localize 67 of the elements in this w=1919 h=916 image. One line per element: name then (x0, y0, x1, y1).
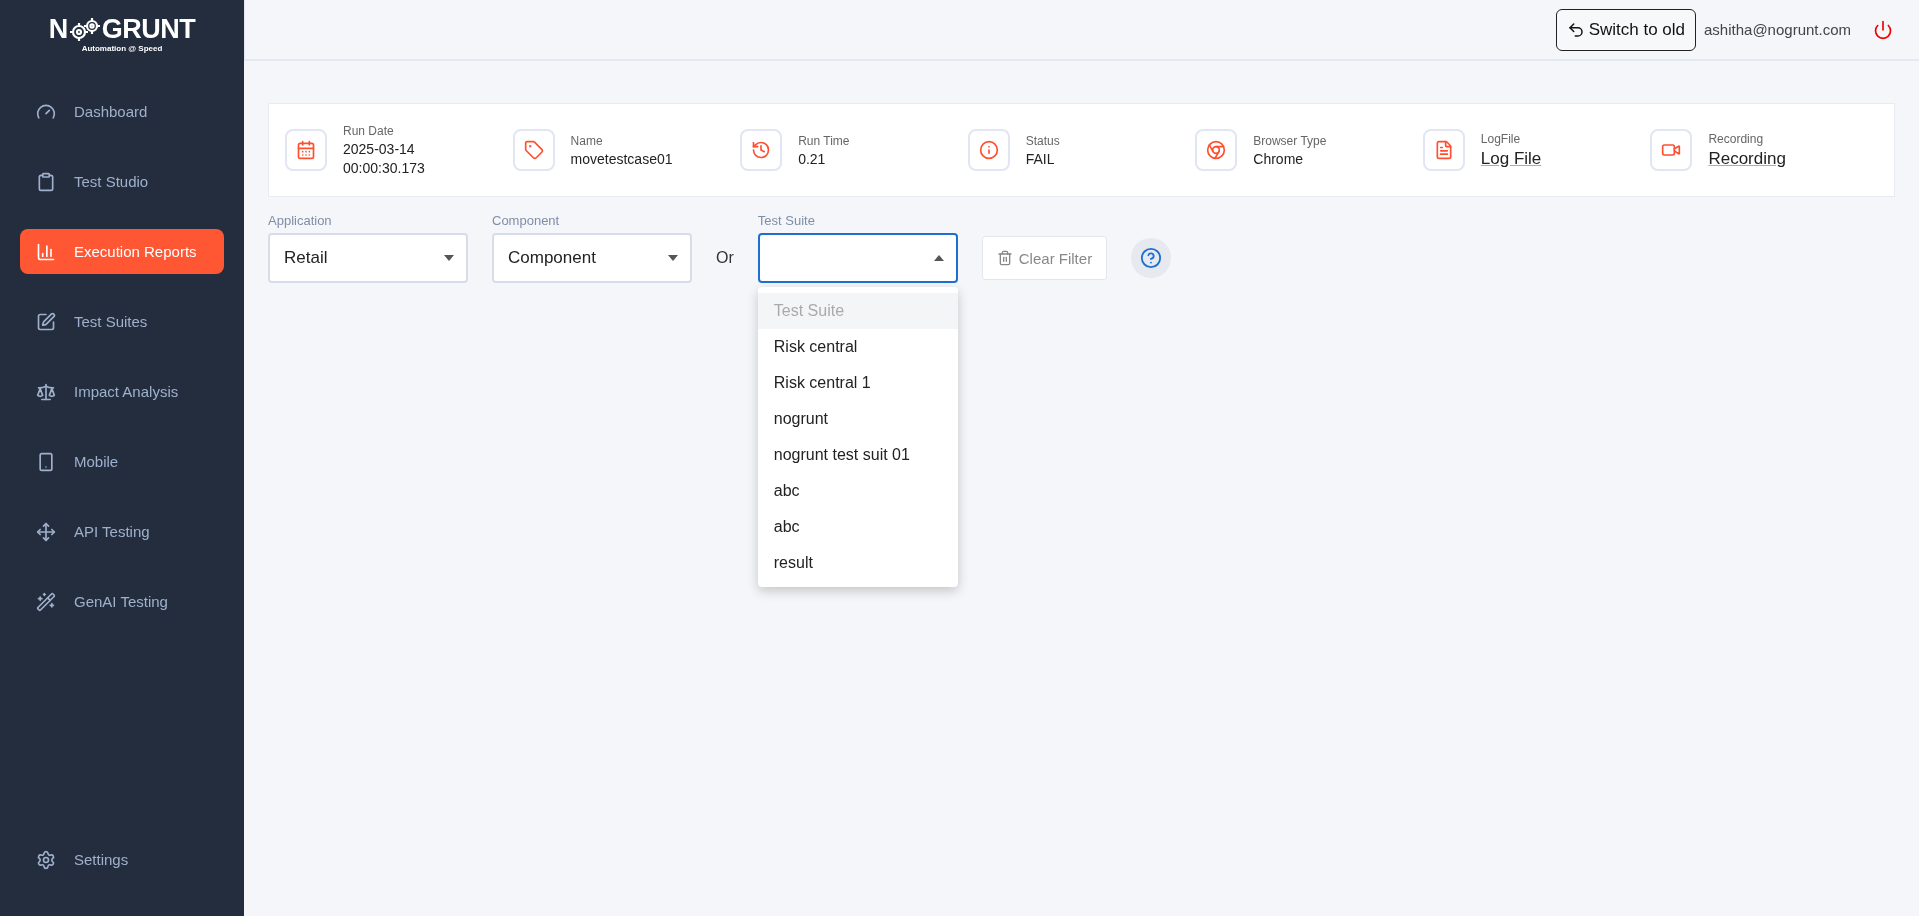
user-email: ashitha@nogrunt.com (1704, 21, 1851, 38)
power-icon[interactable] (1873, 19, 1893, 40)
info-value: movetestcase01 (570, 150, 673, 167)
help-button[interactable] (1131, 238, 1172, 278)
clipboard-icon (36, 171, 56, 192)
or-text: Or (716, 249, 734, 268)
field-label: Application (268, 213, 333, 228)
dropdown-option[interactable]: abc (757, 509, 958, 545)
dropdown-option[interactable]: nogrunt test suit 01 (757, 437, 958, 473)
nav-item[interactable]: API Testing (20, 509, 224, 554)
dropdown-option[interactable]: Risk central 1 (757, 365, 958, 401)
switch-button[interactable]: Switch to old (1555, 8, 1696, 51)
info-label: Status (1025, 133, 1060, 148)
clear-filter-button[interactable]: Clear Filter (981, 236, 1108, 280)
nav-item[interactable]: Mobile (20, 439, 224, 484)
info-label: LogFile (1480, 131, 1522, 146)
nav-item[interactable]: Test Suites (20, 299, 224, 344)
tag-icon (512, 129, 555, 171)
scale-icon (36, 381, 56, 402)
undo-arrow-icon (1566, 20, 1585, 39)
field-label: Test Suite (757, 213, 816, 228)
bar-chart-icon (36, 241, 56, 262)
calendar-icon (285, 129, 327, 171)
select-field[interactable]: Component (492, 233, 692, 283)
logo-text: GRUNT (101, 14, 196, 45)
file-link[interactable]: Log File (1480, 148, 1542, 169)
info-value: 2025-03-14 (343, 141, 416, 157)
info-value: Chrome (1253, 150, 1305, 167)
nav-item[interactable]: Settings (20, 837, 224, 882)
info-label: Browser Type (1253, 133, 1327, 148)
gears-icon (67, 16, 102, 43)
nav-item[interactable]: Test Studio (20, 159, 224, 204)
field-label: Component (492, 213, 561, 228)
info-value: 00:00:30.173 (343, 160, 425, 176)
logo-text: N (48, 14, 68, 45)
info-label: Recording (1708, 131, 1765, 146)
edit-icon (36, 311, 56, 332)
nav-item[interactable]: Dashboard (20, 89, 224, 134)
settings-icon (36, 849, 56, 870)
info-value: FAIL (1025, 150, 1056, 167)
arrows-icon (36, 521, 56, 542)
info-label: Run Time (798, 133, 850, 148)
help-icon (1140, 247, 1163, 269)
info-label: Run Date (343, 124, 395, 138)
dropdown-option[interactable]: Risk central (757, 329, 958, 365)
select-field[interactable] (757, 233, 958, 283)
video-icon (1650, 129, 1693, 171)
file-icon (1422, 129, 1465, 171)
caret-icon (668, 255, 678, 261)
dropdown-option[interactable]: result (757, 545, 958, 581)
info-icon (967, 129, 1010, 171)
browser-icon (1195, 129, 1238, 171)
nav-item[interactable]: Impact Analysis (20, 369, 224, 414)
file-link[interactable]: Recording (1708, 148, 1786, 169)
caret-icon (933, 255, 944, 261)
history-icon (740, 129, 783, 171)
trash-icon (996, 250, 1013, 266)
phone-icon (36, 451, 56, 472)
select-field[interactable]: Retail (268, 233, 468, 283)
caret-icon (444, 255, 454, 261)
info-value: 0.21 (798, 150, 827, 167)
dropdown-option[interactable]: nogrunt (757, 401, 958, 437)
logo-tagline: Automation @ Speed (81, 44, 163, 53)
dropdown-option[interactable]: abc (757, 473, 958, 509)
info-label: Name (570, 133, 604, 148)
nav-item[interactable]: GenAI Testing (20, 579, 224, 624)
wand-icon (36, 591, 56, 612)
